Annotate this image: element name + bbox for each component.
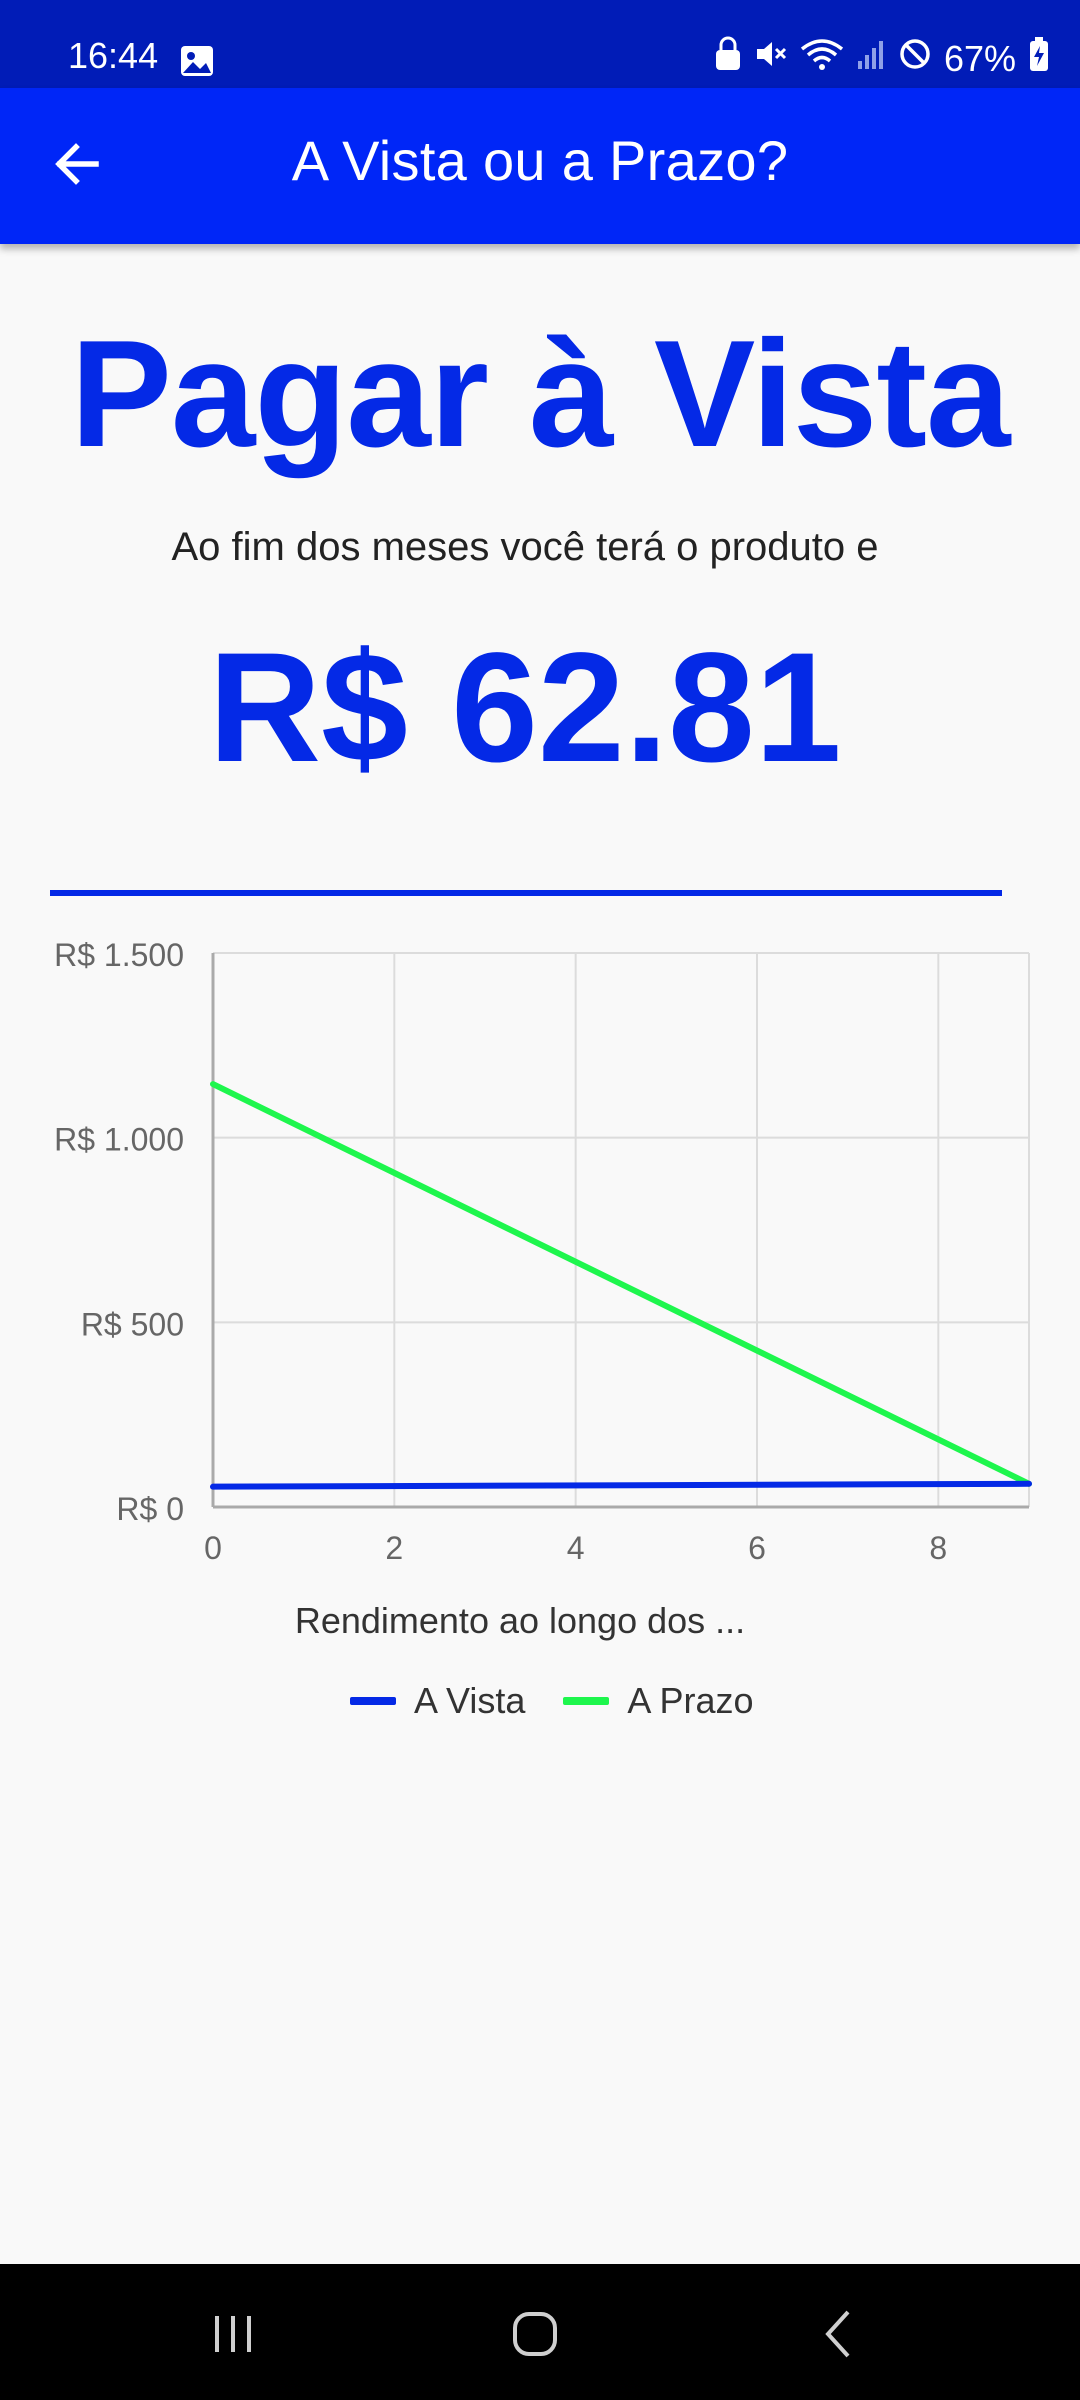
y-tick-label: R$ 0 [116, 1491, 184, 1527]
y-tick-label: R$ 500 [81, 1306, 184, 1342]
divider [50, 890, 1002, 896]
legend-swatch-prazo [563, 1697, 610, 1705]
signal-icon [856, 37, 886, 80]
legend-label-prazo: A Prazo [627, 1680, 754, 1721]
home-button[interactable] [495, 2294, 575, 2374]
app-bar: A Vista ou a Prazo? [0, 88, 1080, 244]
y-tick-label: R$ 1.500 [54, 937, 184, 973]
line-chart: R$ 0 R$ 500 R$ 1.000 R$ 1.500 0 2 4 6 8 [54, 937, 1032, 1566]
x-tick-label: 0 [204, 1530, 222, 1566]
chart-legend: A Vista A Prazo [350, 1680, 792, 1722]
blocked-icon [898, 37, 932, 80]
home-icon [495, 2312, 575, 2378]
battery-icon [1028, 36, 1050, 81]
recent-apps-icon [193, 2316, 273, 2378]
battery-percent: 67% [943, 37, 1016, 79]
mute-icon [754, 37, 788, 80]
system-nav-bar [0, 2264, 1080, 2400]
chart-xlabel: Rendimento ao longo dos ... [294, 1600, 746, 1641]
x-tick-label: 6 [748, 1530, 766, 1566]
legend-swatch-vista [350, 1697, 396, 1705]
legend-label-vista: A Vista [414, 1680, 526, 1721]
status-icons: 67% [714, 36, 1050, 81]
back-icon [800, 2310, 880, 2378]
x-tick-label: 4 [567, 1530, 585, 1566]
recent-apps-button[interactable] [193, 2294, 273, 2374]
result-subtitle: Ao fim dos meses você terá o produto e [171, 525, 879, 569]
x-tick-label: 8 [929, 1530, 947, 1566]
result-headline: Pagar à Vista [70, 309, 1010, 479]
nav-back-button[interactable] [800, 2294, 880, 2374]
wifi-icon [800, 37, 844, 80]
gallery-icon [180, 44, 214, 86]
x-tick-label: 2 [385, 1530, 403, 1566]
legend-item-vista[interactable]: A Vista [350, 1680, 525, 1722]
series-line-a-prazo [210, 1081, 1032, 1487]
page-title: A Vista ou a Prazo? [291, 129, 789, 192]
series-line-a-vista [210, 1480, 1032, 1490]
result-amount: R$ 62.81 [208, 621, 842, 795]
y-tick-label: R$ 1.000 [54, 1122, 184, 1158]
status-time: 16:44 [68, 35, 159, 76]
lock-icon [714, 36, 742, 81]
status-bar: 16:44 67% [0, 0, 1080, 88]
legend-item-prazo[interactable]: A Prazo [563, 1680, 754, 1722]
